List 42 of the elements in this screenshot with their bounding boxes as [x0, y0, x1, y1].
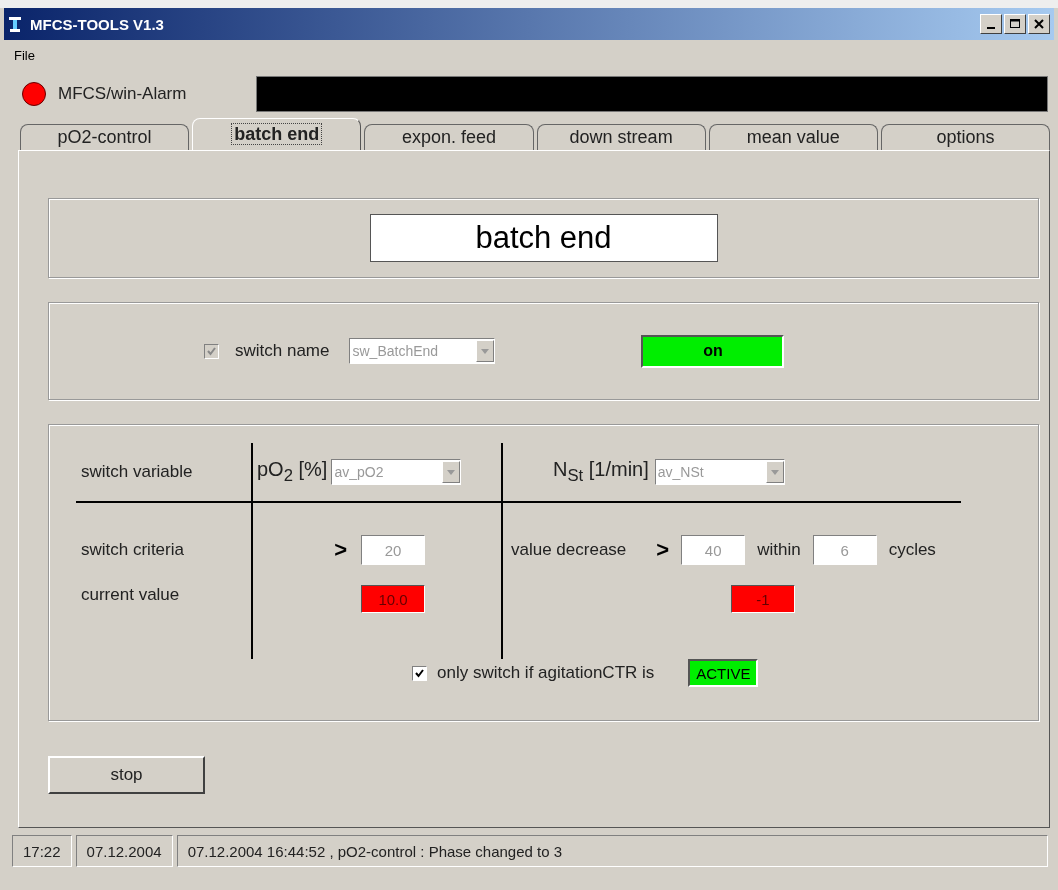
switch-criteria-label: switch criteria — [81, 540, 184, 560]
current-value-indicator: -1 — [731, 585, 795, 613]
column-heading: pO$_{2}$ [%] — [257, 458, 328, 486]
alarm-label: MFCS/win-Alarm — [58, 84, 188, 104]
tab[interactable]: down stream — [536, 124, 706, 150]
tab[interactable]: expon. feed — [364, 124, 534, 150]
minimize-button[interactable] — [980, 14, 1002, 34]
maximize-button[interactable] — [1004, 14, 1026, 34]
status-bar-cell: 07.12.2004 — [75, 835, 173, 867]
window-title: MFCS-TOOLS V1.3 — [30, 15, 164, 33]
operator: > — [656, 537, 670, 563]
value-decrease-label: value decrease — [511, 540, 627, 560]
agitation-status-indicator: ACTIVE — [688, 659, 759, 687]
dropdown-arrow-icon — [770, 469, 779, 475]
checkbox[interactable] — [204, 343, 219, 359]
current-value-indicator: 10.0 — [361, 585, 425, 613]
maximize-icon — [1010, 19, 1020, 29]
dropdown-arrow-icon — [447, 469, 456, 475]
stop-button[interactable]: stop — [48, 756, 205, 794]
panel-title: batch end — [369, 214, 718, 262]
switch-status-indicator: on — [641, 334, 785, 368]
dropdown-arrow-icon — [481, 348, 490, 354]
tab[interactable]: mean value — [708, 124, 878, 150]
tab[interactable]: options — [880, 124, 1051, 150]
switch-name-label: switch name — [235, 341, 330, 361]
status-bar-cell: 17:22 — [12, 835, 72, 867]
operator: > — [334, 537, 347, 563]
tab[interactable]: batch end — [192, 118, 362, 150]
close-icon — [1034, 19, 1044, 29]
checkbox[interactable] — [412, 665, 427, 681]
switch-variable-label: switch variable — [81, 462, 193, 482]
minimize-icon — [987, 27, 995, 29]
column-heading: N$_{St}$ [1/min] — [553, 458, 649, 486]
close-button[interactable] — [1028, 14, 1050, 34]
within-label: within — [757, 540, 801, 560]
cycles-label: cycles — [888, 540, 936, 560]
agitation-label: only switch if agitationCTR is — [437, 663, 655, 683]
menu-item[interactable]: File — [14, 47, 35, 63]
app-icon — [8, 15, 24, 33]
current-value-label: current value — [81, 585, 180, 605]
tab[interactable]: pO2-control — [20, 124, 190, 150]
status-bar-cell: 07.12.2004 16:44:52 , pO2-control : Phase changed to 3 — [176, 835, 1048, 867]
